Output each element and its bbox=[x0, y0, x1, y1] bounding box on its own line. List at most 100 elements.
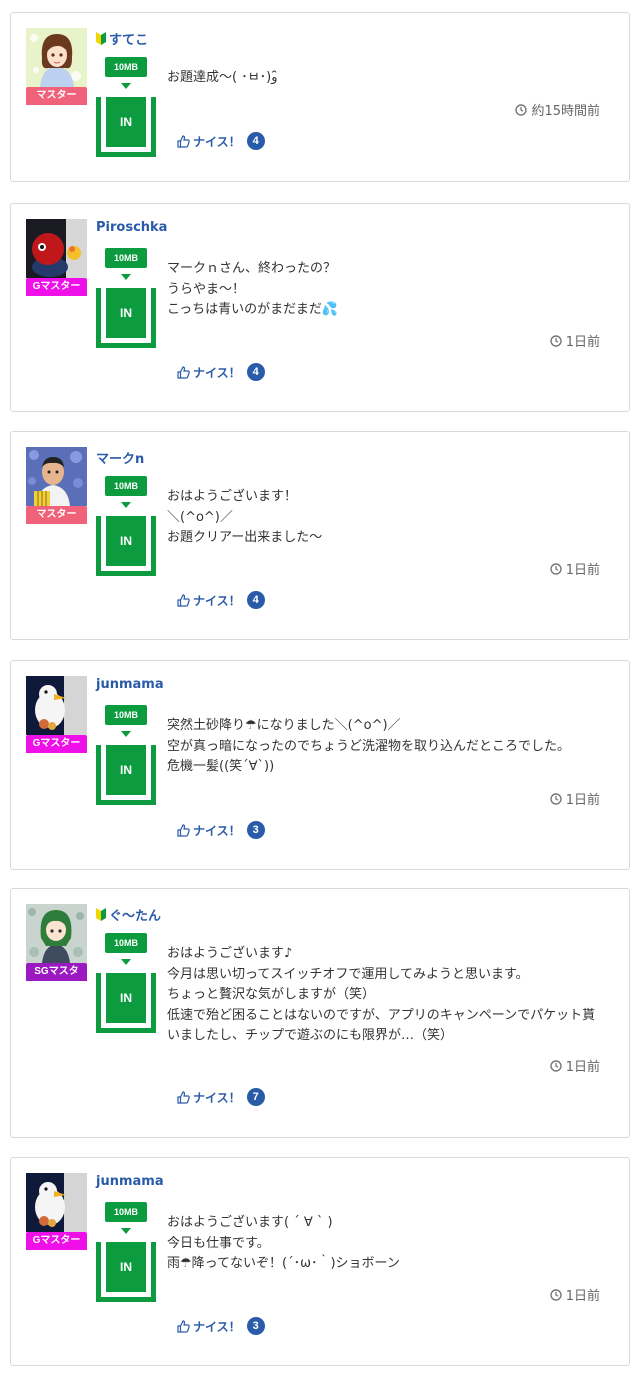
thumbs-up-icon bbox=[177, 1319, 190, 1333]
thumbs-up-icon bbox=[177, 365, 190, 379]
username-text: Piroschka bbox=[96, 220, 168, 235]
data-plan-badge: 10MB bbox=[105, 1202, 147, 1222]
nice-button[interactable]: ナイス！ 3 bbox=[177, 1317, 265, 1335]
data-plan-badge: 10MB bbox=[105, 476, 147, 496]
beginner-mark-icon bbox=[96, 32, 106, 45]
data-tank: IN bbox=[96, 288, 156, 348]
nice-count: 4 bbox=[246, 132, 265, 150]
nice-count: 3 bbox=[246, 1317, 265, 1335]
nice-button[interactable]: ナイス！ 4 bbox=[177, 363, 265, 381]
post-message: 突然土砂降り☂になりました＼(^o^)／ 空が真っ暗になったのでちょうど洗濯物を… bbox=[167, 718, 571, 774]
avatar[interactable]: Gマスター bbox=[26, 219, 87, 297]
post-card: Gマスター junmama 10MB IN 突然土砂降り☂になりました＼(^o^… bbox=[10, 660, 630, 870]
girl-green-hair-icon bbox=[26, 904, 87, 963]
username[interactable]: ぐ〜たん bbox=[96, 905, 161, 924]
post-message: マークｎさん、終わったの？ うらやま〜！ こっちは青いのがまだまだ💦 bbox=[167, 261, 339, 317]
red-figure-icon bbox=[26, 219, 87, 278]
post-time-text: 1日前 bbox=[565, 1289, 600, 1304]
woman-portrait-icon bbox=[26, 28, 87, 87]
man-flowers-icon bbox=[26, 447, 87, 506]
post-time-text: 1日前 bbox=[565, 335, 600, 350]
username[interactable]: マークn bbox=[96, 448, 144, 467]
timeline-feed: マスター すてこ 10MB IN お題達成〜( ･ㅂ･)و ̑̑ 約15時間前 bbox=[0, 0, 640, 1380]
username-text: ぐ〜たん bbox=[109, 909, 162, 924]
nice-label: ナイス！ bbox=[193, 365, 241, 380]
arrow-down-icon bbox=[121, 959, 131, 965]
nice-label: ナイス！ bbox=[193, 823, 241, 838]
clock-icon bbox=[550, 1059, 562, 1072]
beginner-mark-icon bbox=[96, 908, 106, 921]
rank-badge: SGマスタ bbox=[26, 963, 87, 981]
white-bird-icon bbox=[26, 676, 87, 735]
rank-badge: マスター bbox=[26, 506, 87, 524]
status-label: IN bbox=[106, 516, 146, 566]
status-label: IN bbox=[106, 97, 146, 147]
post-message: おはようございます( ´ ∀ ` ) 今日も仕事です。 雨☂降ってないぞ！(´･… bbox=[167, 1215, 400, 1271]
username-text: すてこ bbox=[109, 33, 149, 48]
data-plan-badge: 10MB bbox=[105, 933, 147, 953]
clock-icon bbox=[550, 1288, 562, 1301]
data-tank: IN bbox=[96, 97, 156, 157]
avatar[interactable]: マスター bbox=[26, 28, 87, 106]
clock-icon bbox=[515, 103, 528, 116]
thumbs-up-icon bbox=[177, 134, 190, 148]
thumbs-up-icon bbox=[177, 593, 190, 607]
thumbs-up-icon bbox=[177, 823, 190, 837]
data-tank: IN bbox=[96, 1242, 156, 1302]
username-text: マークn bbox=[96, 452, 145, 467]
post-time-text: 1日前 bbox=[565, 793, 600, 808]
username[interactable]: junmama bbox=[96, 1174, 164, 1189]
post-time: 1日前 bbox=[550, 789, 600, 808]
post-time-text: 1日前 bbox=[565, 563, 600, 578]
status-label: IN bbox=[106, 288, 146, 338]
white-bird-icon bbox=[26, 1173, 87, 1232]
nice-count: 7 bbox=[246, 1088, 265, 1106]
status-label: IN bbox=[106, 1242, 146, 1292]
avatar[interactable]: Gマスター bbox=[26, 1173, 87, 1251]
nice-label: ナイス！ bbox=[193, 134, 241, 149]
post-card: マスター すてこ 10MB IN お題達成〜( ･ㅂ･)و ̑̑ 約15時間前 bbox=[10, 12, 630, 182]
data-plan-badge: 10MB bbox=[105, 248, 147, 268]
plan-status: 10MB IN bbox=[96, 1202, 156, 1302]
clock-icon bbox=[550, 792, 562, 805]
nice-count: 4 bbox=[246, 363, 265, 381]
avatar[interactable]: マスター bbox=[26, 447, 87, 525]
post-time: 1日前 bbox=[550, 331, 600, 350]
nice-button[interactable]: ナイス！ 4 bbox=[177, 591, 265, 609]
clock-icon bbox=[550, 334, 562, 347]
nice-label: ナイス！ bbox=[193, 1090, 241, 1105]
avatar[interactable]: SGマスタ bbox=[26, 904, 87, 982]
post-message: おはようございます！ ＼(^o^)／ お題クリアー出来ました〜 bbox=[167, 489, 323, 545]
username[interactable]: すてこ bbox=[96, 29, 148, 48]
arrow-down-icon bbox=[121, 274, 131, 280]
plan-status: 10MB IN bbox=[96, 933, 156, 1033]
nice-label: ナイス！ bbox=[193, 1319, 241, 1334]
nice-count: 3 bbox=[246, 821, 265, 839]
nice-button[interactable]: ナイス！ 7 bbox=[177, 1088, 265, 1106]
arrow-down-icon bbox=[121, 731, 131, 737]
data-tank: IN bbox=[96, 973, 156, 1033]
post-time: 1日前 bbox=[550, 1056, 600, 1075]
username[interactable]: Piroschka bbox=[96, 220, 167, 235]
rank-badge: Gマスター bbox=[26, 278, 87, 296]
data-plan-badge: 10MB bbox=[105, 57, 147, 77]
plan-status: 10MB IN bbox=[96, 248, 156, 348]
post-card: Gマスター junmama 10MB IN おはようございます( ´ ∀ ` )… bbox=[10, 1157, 630, 1366]
username[interactable]: junmama bbox=[96, 677, 164, 692]
avatar[interactable]: Gマスター bbox=[26, 676, 87, 754]
rank-badge: Gマスター bbox=[26, 1232, 87, 1250]
rank-badge: Gマスター bbox=[26, 735, 87, 753]
post-message: おはようございます♪ 今月は思い切ってスイッチオフで運用してみようと思います。 … bbox=[167, 946, 596, 1043]
post-time: 1日前 bbox=[550, 559, 600, 578]
post-time: 約15時間前 bbox=[515, 100, 600, 119]
thumbs-up-icon bbox=[177, 1090, 190, 1104]
nice-button[interactable]: ナイス！ 4 bbox=[177, 132, 265, 150]
arrow-down-icon bbox=[121, 1228, 131, 1234]
nice-button[interactable]: ナイス！ 3 bbox=[177, 821, 265, 839]
data-tank: IN bbox=[96, 745, 156, 805]
nice-count: 4 bbox=[246, 591, 265, 609]
post-card: SGマスタ ぐ〜たん 10MB IN おはようございます♪ 今月は思い切ってスイ… bbox=[10, 888, 630, 1138]
username-text: junmama bbox=[96, 1174, 164, 1189]
plan-status: 10MB IN bbox=[96, 476, 156, 576]
username-text: junmama bbox=[96, 677, 164, 692]
